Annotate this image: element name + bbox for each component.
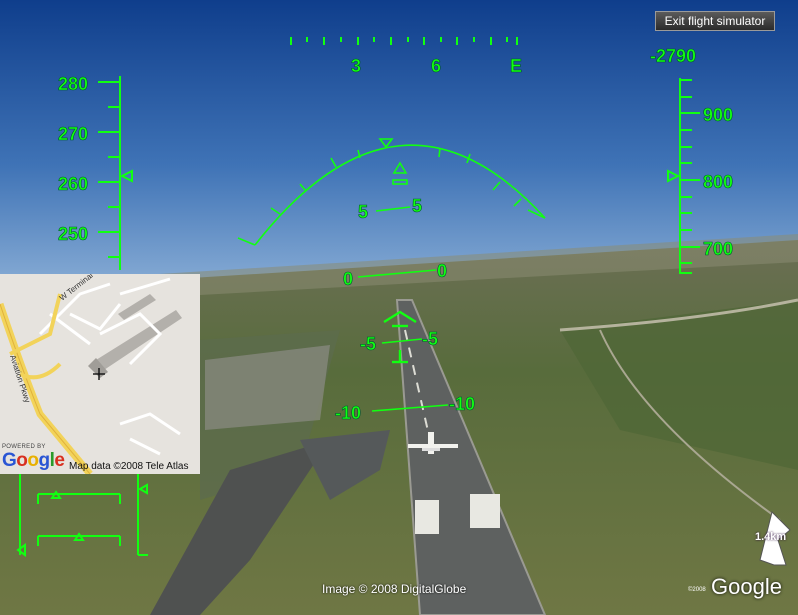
airspeed-label: 260 (58, 174, 88, 194)
google-earth-copyright: ©2008 (688, 587, 706, 593)
altitude-label: 800 (703, 172, 733, 192)
pitch-label: 0 (343, 269, 353, 289)
pitch-label: -10 (449, 394, 475, 414)
altitude-label: 900 (703, 105, 733, 125)
imagery-credit: Image © 2008 DigitalGlobe (322, 582, 467, 596)
airspeed-label: 270 (58, 124, 88, 144)
google-earth-logo: Google (711, 574, 782, 599)
pitch-label: 0 (437, 261, 447, 281)
altitude-label: 700 (703, 239, 733, 259)
heading-label: E (510, 56, 522, 76)
heading-label: 3 (351, 56, 361, 76)
heading-label: 6 (431, 56, 441, 76)
exit-flight-simulator-button[interactable]: Exit flight simulator (655, 11, 775, 31)
pitch-label: 5 (412, 196, 422, 216)
airspeed-label: 250 (58, 224, 88, 244)
pitch-label: -5 (360, 334, 376, 354)
google-maps-logo[interactable]: Google (2, 450, 65, 472)
airport-apron (205, 345, 330, 430)
pitch-label: -5 (422, 329, 438, 349)
airspeed-label: 280 (58, 74, 88, 94)
scale-label: 1.4km (755, 531, 787, 543)
pitch-label: -10 (335, 403, 361, 423)
pitch-label: 5 (358, 202, 368, 222)
map-data-credit: Map data ©2008 Tele Atlas (69, 461, 189, 472)
minimap[interactable]: W Terminal Aviation Pkwy POWERED BY Goog… (0, 274, 200, 474)
vertical-speed-readout: -2790 (650, 46, 696, 66)
